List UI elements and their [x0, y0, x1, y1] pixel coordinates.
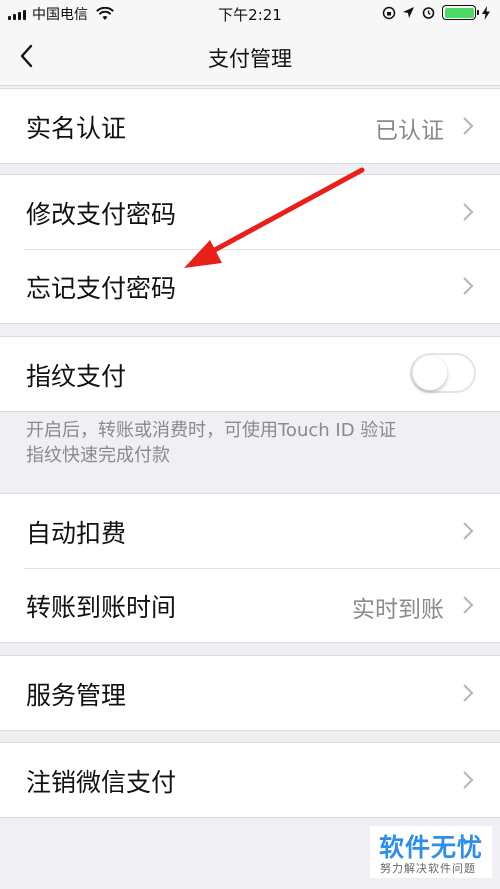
change-password-label: 修改支付密码	[26, 200, 177, 229]
fingerprint-toggle[interactable]	[410, 353, 476, 393]
fingerprint-note: 开启后，转账或消费时，可使用Touch ID 验证 指纹快速完成付款	[26, 418, 486, 468]
fingerprint-note-line1: 开启后，转账或消费时，可使用Touch ID 验证	[26, 420, 397, 441]
payment-settings-group: 自动扣费 转账到账时间 实时到账	[0, 493, 500, 643]
service-group: 服务管理	[0, 655, 500, 731]
verification-group: 实名认证 已认证	[0, 88, 500, 164]
chevron-right-icon	[463, 684, 474, 702]
transfer-time-label: 转账到账时间	[26, 593, 177, 622]
charging-icon	[482, 5, 490, 20]
cancel-wechat-pay-label: 注销微信支付	[26, 768, 177, 797]
change-password-row[interactable]: 修改支付密码	[0, 175, 500, 249]
chevron-right-icon	[463, 277, 474, 295]
transfer-time-row[interactable]: 转账到账时间 实时到账	[0, 568, 500, 642]
chevron-right-icon	[463, 596, 474, 614]
location-icon	[403, 7, 414, 18]
watermark-title: 软件无忧	[379, 833, 484, 862]
chevron-right-icon	[463, 771, 474, 789]
forgot-password-row[interactable]: 忘记支付密码	[0, 249, 500, 323]
cancel-wechat-pay-row[interactable]: 注销微信支付	[0, 743, 500, 817]
real-name-label: 实名认证	[26, 114, 127, 143]
real-name-status: 已认证	[375, 118, 444, 144]
fingerprint-row: 指纹支付	[0, 337, 500, 411]
service-manage-label: 服务管理	[26, 681, 127, 710]
rotation-lock-icon	[382, 6, 396, 19]
status-right	[382, 5, 490, 20]
watermark-logo: 软件无忧 努力解决软件问题	[370, 826, 492, 878]
forgot-password-label: 忘记支付密码	[26, 274, 177, 303]
toggle-knob	[413, 356, 447, 390]
auto-deduct-row[interactable]: 自动扣费	[0, 494, 500, 568]
transfer-time-value: 实时到账	[352, 597, 444, 623]
alarm-icon	[422, 7, 435, 19]
chevron-right-icon	[463, 117, 474, 135]
status-bar: 中国电信 下午2:21	[0, 0, 500, 28]
chevron-right-icon	[463, 522, 474, 540]
fingerprint-note-line2: 指纹快速完成付款	[26, 445, 170, 466]
fingerprint-group: 指纹支付	[0, 336, 500, 412]
navigation-bar: 支付管理	[0, 28, 500, 86]
page-title: 支付管理	[208, 47, 292, 71]
fingerprint-label: 指纹支付	[26, 362, 127, 391]
service-manage-row[interactable]: 服务管理	[0, 656, 500, 730]
real-name-row[interactable]: 实名认证 已认证	[0, 89, 500, 163]
auto-deduct-label: 自动扣费	[26, 519, 127, 548]
chevron-right-icon	[463, 203, 474, 221]
battery-icon	[442, 5, 479, 20]
cancel-group: 注销微信支付	[0, 742, 500, 818]
password-group: 修改支付密码 忘记支付密码	[0, 174, 500, 324]
watermark-subtitle: 努力解决软件问题	[380, 862, 476, 875]
